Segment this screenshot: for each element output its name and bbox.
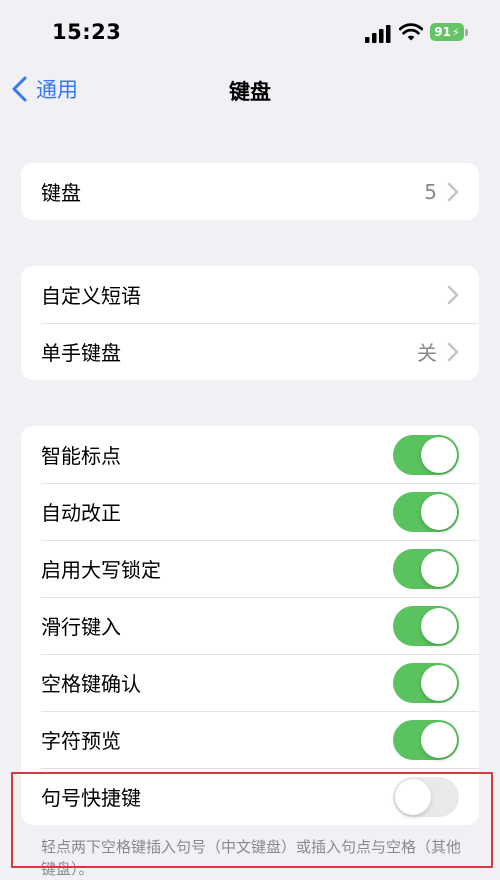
one-handed-keyboard-value: 关: [417, 341, 437, 365]
text-replacement-row[interactable]: 自定义短语: [21, 266, 479, 323]
keyboards-row[interactable]: 键盘 5: [21, 163, 479, 220]
space-confirm-toggle[interactable]: [393, 662, 459, 703]
period-shortcut-label: 句号快捷键: [41, 786, 141, 810]
period-shortcut-footer: 轻点两下空格键插入句号（中文键盘）或插入句点与空格（其他键盘）。: [41, 838, 462, 878]
one-handed-keyboard-row[interactable]: 单手键盘 关: [21, 323, 479, 380]
auto-correction-toggle[interactable]: [393, 491, 459, 532]
space-confirm-row: 空格键确认: [21, 654, 479, 711]
character-preview-toggle[interactable]: [393, 719, 459, 760]
auto-correction-row: 自动改正: [21, 483, 479, 540]
battery-level: 91: [434, 25, 451, 39]
chevron-right-icon: [447, 285, 459, 304]
smart-punctuation-toggle[interactable]: [393, 434, 459, 475]
charging-bolt-icon: ⚡: [451, 25, 460, 39]
wifi-icon: [399, 23, 423, 41]
toggles-group: 智能标点 自动改正 启用大写锁定 滑行键入 空格键确认 字符预览 句号快捷键: [21, 426, 479, 825]
period-shortcut-toggle[interactable]: [393, 776, 459, 817]
space-confirm-label: 空格键确认: [41, 672, 141, 696]
period-shortcut-row: 句号快捷键: [21, 768, 479, 825]
caps-lock-row: 启用大写锁定: [21, 540, 479, 597]
one-handed-keyboard-label: 单手键盘: [41, 341, 121, 365]
status-bar: 15:23 91 ⚡: [0, 0, 500, 64]
text-replacement-label: 自定义短语: [41, 284, 141, 308]
caps-lock-toggle[interactable]: [393, 548, 459, 589]
character-preview-label: 字符预览: [41, 729, 121, 753]
auto-correction-label: 自动改正: [41, 501, 121, 525]
page-title: 键盘: [229, 80, 271, 104]
cellular-signal-icon: [365, 25, 391, 43]
text-options-group: 自定义短语 单手键盘 关: [21, 266, 479, 380]
smart-punctuation-row: 智能标点: [21, 426, 479, 483]
smart-punctuation-label: 智能标点: [41, 444, 121, 468]
character-preview-row: 字符预览: [21, 711, 479, 768]
caps-lock-label: 启用大写锁定: [41, 558, 161, 582]
keyboards-count: 5: [424, 179, 437, 204]
keyboards-label: 键盘: [41, 181, 81, 205]
slide-to-type-label: 滑行键入: [41, 615, 121, 639]
chevron-right-icon: [447, 342, 459, 361]
battery-cap: [465, 29, 468, 36]
status-time: 15:23: [52, 20, 122, 44]
slide-to-type-row: 滑行键入: [21, 597, 479, 654]
navigation-bar: 通用 键盘: [0, 64, 500, 114]
keyboards-group: 键盘 5: [21, 163, 479, 220]
slide-to-type-toggle[interactable]: [393, 605, 459, 646]
chevron-right-icon: [447, 182, 459, 201]
battery-indicator: 91 ⚡: [430, 23, 464, 41]
